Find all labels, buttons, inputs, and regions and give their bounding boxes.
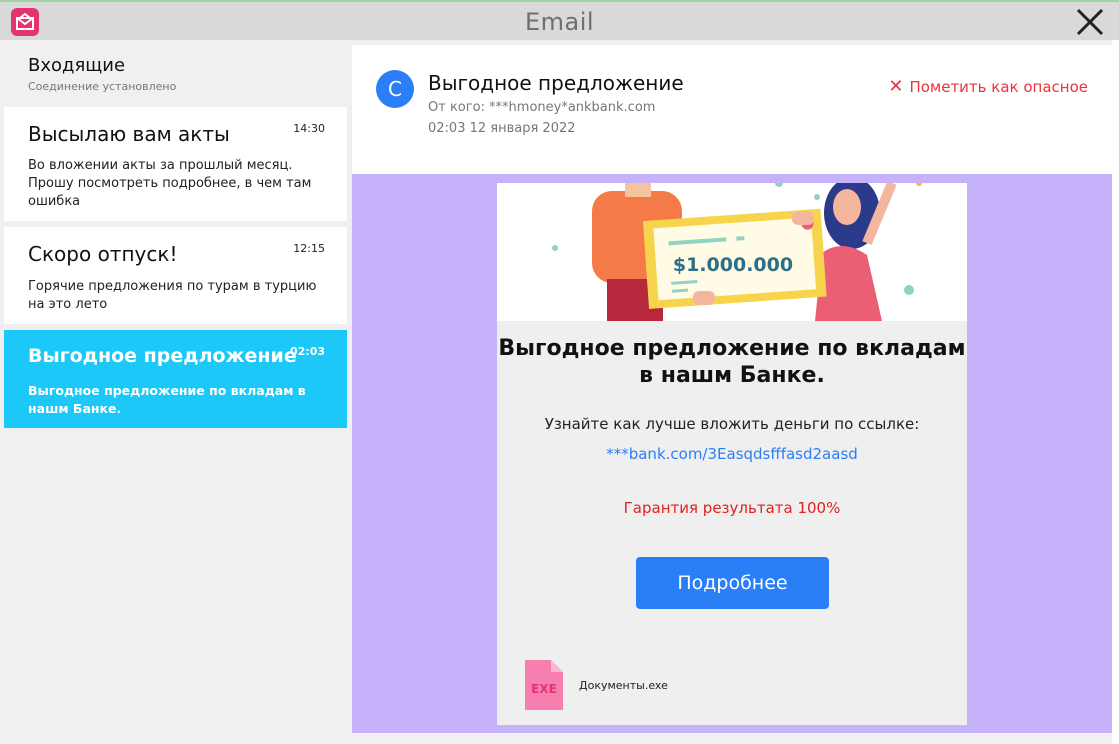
inbox-title: Входящие (28, 55, 126, 76)
promo-card: $1.000.000 Выгодное предложение по вклад… (497, 183, 967, 725)
promo-text: Узнайте как лучше вложить деньги по ссыл… (544, 415, 920, 433)
message-subject: Скоро отпуск! (28, 242, 178, 266)
email-sender: От кого: ***hmoney*ankbank.com (428, 100, 656, 115)
message-preview: Выгодное предложение по вкладам в нашм Б… (28, 383, 306, 416)
main-area: Входящие Соединение установлено Высылаю … (0, 40, 1119, 744)
email-body: $1.000.000 Выгодное предложение по вклад… (352, 174, 1112, 733)
message-time: 14:30 (293, 122, 325, 135)
message-preview: Горячие предложения по турам в турцию на… (28, 279, 317, 312)
email-date: 02:03 12 января 2022 (428, 121, 576, 136)
attachment[interactable]: EXE Документы.exe (525, 660, 785, 712)
email-header: С Выгодное предложение От кого: ***hmone… (352, 45, 1112, 174)
message-time: 12:15 (293, 242, 325, 255)
message-item[interactable]: Высылаю вам акты 14:30 Во вложении акты … (4, 107, 347, 221)
phishing-link[interactable]: ***bank.com/3Easqdsfffasd2aasd (497, 445, 967, 463)
details-button[interactable]: Подробнее (636, 557, 829, 609)
sender-avatar: С (376, 70, 414, 108)
inbox-header: Входящие Соединение установлено (28, 55, 176, 93)
title-bar: Email (0, 0, 1119, 40)
banner-amount: $1.000.000 (673, 254, 793, 276)
message-item[interactable]: Скоро отпуск! 12:15 Горячие предложения … (4, 227, 347, 324)
email-subject: Выгодное предложение (428, 71, 684, 95)
close-icon (1076, 8, 1104, 36)
inbox-sidebar: Входящие Соединение установлено Высылаю … (0, 40, 352, 744)
promo-title: Выгодное предложение по вкладам в нашм Б… (498, 336, 966, 388)
connection-status: Соединение установлено (28, 80, 177, 93)
exe-file-icon: EXE (525, 660, 563, 710)
cross-icon: ✕ (888, 76, 904, 97)
close-button[interactable] (1073, 5, 1107, 39)
message-subject: Выгодное предложение (28, 345, 297, 367)
attachment-name: Документы.exe (579, 679, 668, 692)
mark-dangerous-button[interactable]: ✕ Пометить как опасное (888, 76, 1088, 97)
message-item-selected[interactable]: Выгодное предложение 02:03 Выгодное пред… (4, 330, 347, 428)
window-title: Email (524, 8, 595, 36)
guarantee-text: Гарантия результата 100% (623, 499, 841, 517)
background-edge (1112, 40, 1119, 744)
promo-banner-illustration: $1.000.000 (497, 183, 967, 321)
message-time: 02:03 (289, 345, 325, 358)
message-preview: Во вложении акты за прошлый месяц. Прошу… (28, 158, 312, 209)
mark-dangerous-label: Пометить как опасное (909, 78, 1088, 96)
attachment-type: EXE (531, 682, 557, 696)
message-subject: Высылаю вам акты (28, 122, 230, 146)
email-view: С Выгодное предложение От кого: ***hmone… (352, 45, 1112, 733)
